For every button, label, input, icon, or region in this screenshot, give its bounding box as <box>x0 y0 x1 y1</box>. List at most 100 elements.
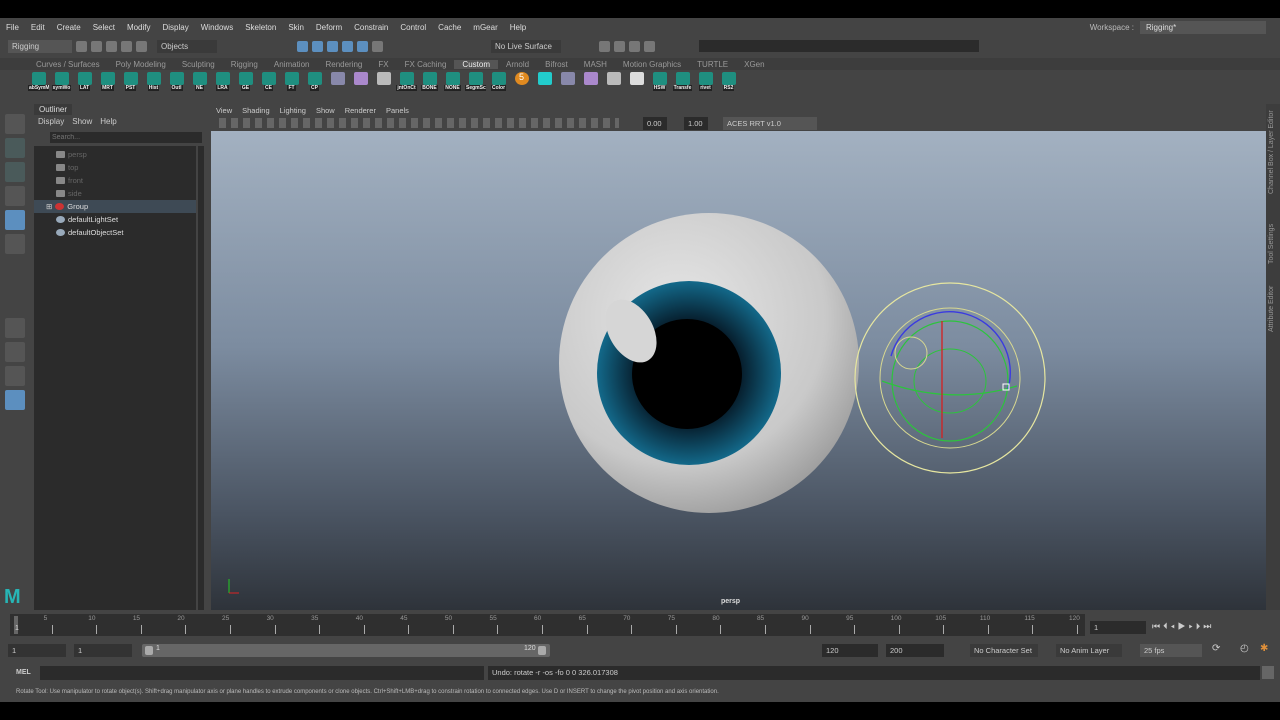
outliner-menu-show[interactable]: Show <box>72 117 92 126</box>
color-space-dropdown[interactable]: ACES RRT v1.0 <box>723 117 817 130</box>
shelf-tab-custom[interactable]: Custom <box>454 59 498 69</box>
menu-windows[interactable]: Windows <box>195 23 239 32</box>
select-tool-icon[interactable] <box>5 114 25 134</box>
viewport-menu-show[interactable]: Show <box>316 106 335 115</box>
redo-icon[interactable] <box>136 40 147 52</box>
shelf-button[interactable]: PST <box>120 72 141 96</box>
tab-attribute-editor[interactable]: Attribute Editor <box>1268 286 1275 332</box>
shelf-button[interactable]: symWo <box>51 72 72 96</box>
shelf-tab-animation[interactable]: Animation <box>266 60 318 69</box>
menu-edit[interactable]: Edit <box>25 23 51 32</box>
menu-select[interactable]: Select <box>87 23 121 32</box>
menu-deform[interactable]: Deform <box>310 23 348 32</box>
shelf-button[interactable]: HSW <box>649 72 670 96</box>
range-end-handle[interactable] <box>538 646 546 655</box>
end-time-field[interactable]: 200 <box>886 644 944 657</box>
open-scene-icon[interactable] <box>91 40 102 52</box>
range-start-handle[interactable] <box>145 646 153 655</box>
anim-layer-dropdown[interactable]: No Anim Layer <box>1056 644 1122 657</box>
viewport-menu-shading[interactable]: Shading <box>242 106 270 115</box>
shelf-button[interactable]: CE <box>258 72 279 96</box>
shelf-button[interactable] <box>327 72 348 96</box>
outliner-menu-help[interactable]: Help <box>100 117 116 126</box>
shelf-button[interactable]: LAT <box>74 72 95 96</box>
viewport-menu-view[interactable]: View <box>216 106 232 115</box>
expand-icon[interactable]: ⊞ <box>46 200 52 213</box>
exposure-field[interactable]: 0.00 <box>643 117 667 130</box>
command-language-label[interactable]: MEL <box>16 669 31 676</box>
shelf-button[interactable] <box>580 72 601 96</box>
snap-view-icon[interactable] <box>357 40 368 52</box>
shelf-tab-arnold[interactable]: Arnold <box>498 60 537 69</box>
outliner-item[interactable]: defaultObjectSet <box>34 226 196 239</box>
shelf-button[interactable]: Color <box>488 72 509 96</box>
layout-two-icon[interactable] <box>5 366 25 386</box>
viewport-menu-renderer[interactable]: Renderer <box>345 106 376 115</box>
outliner-item[interactable]: persp <box>34 148 196 161</box>
render-icon[interactable] <box>614 40 625 52</box>
playback-end-field[interactable]: 120 <box>822 644 878 657</box>
snap-point-icon[interactable] <box>327 40 338 52</box>
shelf-tab-sculpting[interactable]: Sculpting <box>174 60 223 69</box>
anim-prefs-icon[interactable]: ✱ <box>1260 643 1268 654</box>
shelf-button[interactable]: 5 <box>511 72 532 96</box>
paint-select-tool-icon[interactable] <box>5 162 25 182</box>
outliner-item[interactable]: ⊞ Group <box>34 200 196 213</box>
move-tool-icon[interactable] <box>5 186 25 206</box>
shelf-button[interactable] <box>626 72 647 96</box>
shelf-tab-xgen[interactable]: XGen <box>736 60 772 69</box>
viewport-menu-lighting[interactable]: Lighting <box>280 106 306 115</box>
layout-outliner-icon[interactable] <box>5 390 25 410</box>
lock-icon[interactable] <box>372 40 383 52</box>
shelf-button[interactable]: RS2 <box>718 72 739 96</box>
shelf-tab-mash[interactable]: MASH <box>576 60 615 69</box>
shelf-button[interactable]: abSymM <box>28 72 49 96</box>
time-slider[interactable]: 1 5 10 15 20 25 30 35 40 45 50 55 60 65 70 75 80 85 90 95 1… <box>10 614 1085 636</box>
start-time-field[interactable]: 1 <box>8 644 66 657</box>
workspace-dropdown[interactable]: Rigging* <box>1140 20 1266 34</box>
menu-help[interactable]: Help <box>504 23 532 32</box>
shelf-button[interactable]: Outl <box>166 72 187 96</box>
render-settings-icon[interactable] <box>644 40 655 52</box>
shelf-tab-rendering[interactable]: Rendering <box>317 60 370 69</box>
menu-constrain[interactable]: Constrain <box>348 23 394 32</box>
menu-file[interactable]: File <box>0 23 25 32</box>
menu-skin[interactable]: Skin <box>282 23 310 32</box>
shelf-button[interactable]: NE <box>189 72 210 96</box>
quick-select-field[interactable] <box>699 40 979 52</box>
outliner-item[interactable]: defaultLightSet <box>34 213 196 226</box>
selection-mode-dropdown[interactable]: Objects <box>157 39 217 53</box>
outliner-item[interactable]: front <box>34 174 196 187</box>
shelf-button[interactable]: GE <box>235 72 256 96</box>
layout-four-icon[interactable] <box>5 342 25 362</box>
playback-start-field[interactable]: 1 <box>74 644 132 657</box>
outliner-scrollbar[interactable] <box>198 146 204 610</box>
tab-tool-settings[interactable]: Tool Settings <box>1268 224 1275 264</box>
shelf-tab-bifrost[interactable]: Bifrost <box>537 60 576 69</box>
outliner-item[interactable]: top <box>34 161 196 174</box>
viewport-toolbar-icons[interactable] <box>219 118 619 128</box>
viewport-3d[interactable]: persp <box>211 131 1266 610</box>
save-scene-icon[interactable] <box>106 40 117 52</box>
shelf-button[interactable]: Transfe <box>672 72 693 96</box>
shelf-button[interactable]: BONE <box>419 72 440 96</box>
shelf-button[interactable]: MRT <box>97 72 118 96</box>
undo-icon[interactable] <box>121 40 132 52</box>
viewport-menu-panels[interactable]: Panels <box>386 106 409 115</box>
gamma-field[interactable]: 1.00 <box>684 117 708 130</box>
shelf-button[interactable] <box>350 72 371 96</box>
shelf-tab-fx[interactable]: FX <box>370 60 396 69</box>
auto-key-icon[interactable]: ◴ <box>1240 643 1249 654</box>
layout-single-icon[interactable] <box>5 318 25 338</box>
playback-controls[interactable]: ⏮⏴◂▶▸⏵⏭ <box>1152 621 1214 632</box>
range-slider[interactable]: 1 120 <box>142 644 550 657</box>
character-set-dropdown[interactable]: No Character Set <box>970 644 1038 657</box>
shelf-button[interactable] <box>373 72 394 96</box>
snap-grid-icon[interactable] <box>297 40 308 52</box>
shelf-button[interactable]: NONE <box>442 72 463 96</box>
new-scene-icon[interactable] <box>76 40 87 52</box>
command-line-input[interactable] <box>40 666 484 680</box>
render-view-icon[interactable] <box>599 40 610 52</box>
shelf-tab-poly-modeling[interactable]: Poly Modeling <box>108 60 174 69</box>
shelf-button[interactable]: LRA <box>212 72 233 96</box>
